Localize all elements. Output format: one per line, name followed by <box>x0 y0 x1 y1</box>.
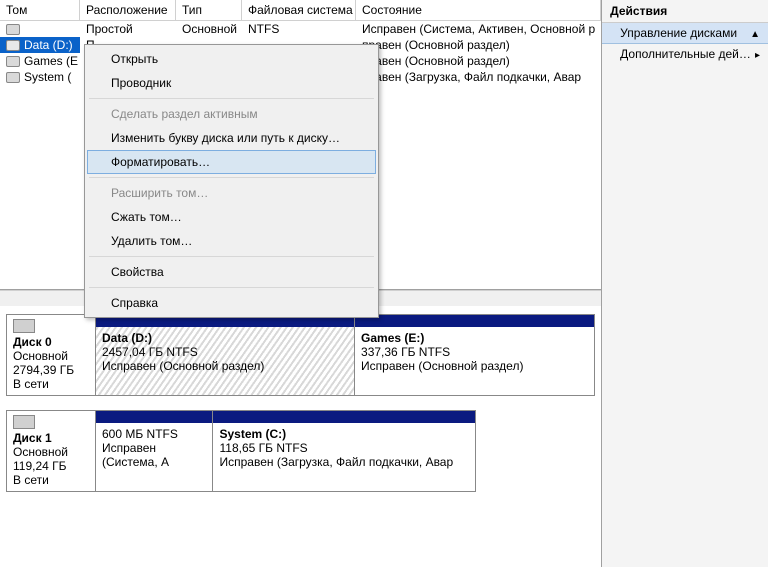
partition[interactable]: 600 МБ NTFS Исправен (Система, А <box>96 411 213 491</box>
volume-row[interactable]: Простой Основной NTFS Исправен (Система,… <box>0 21 601 37</box>
disk-type: Основной <box>13 445 89 459</box>
disk-online: В сети <box>13 473 89 487</box>
col-location[interactable]: Расположение <box>80 0 176 20</box>
partition-stripe <box>355 315 594 327</box>
disk-label: Диск 0 <box>13 335 89 349</box>
vol-name: Data (D:) <box>24 38 73 52</box>
part-size: 2457,04 ГБ NTFS <box>102 345 348 359</box>
part-title: Games (E:) <box>361 331 588 345</box>
menu-delete[interactable]: Удалить том… <box>87 229 376 253</box>
part-size: 337,36 ГБ NTFS <box>361 345 588 359</box>
menu-separator <box>89 256 374 257</box>
part-title: System (C:) <box>219 427 469 441</box>
part-status: Исправен (Загрузка, Файл подкачки, Авар <box>219 455 469 469</box>
volume-icon <box>6 24 20 35</box>
action-label: Управление дисками <box>620 26 737 40</box>
menu-make-active: Сделать раздел активным <box>87 102 376 126</box>
disk-label: Диск 1 <box>13 431 89 445</box>
part-status: Исправен (Основной раздел) <box>102 359 348 373</box>
disk-size: 119,24 ГБ <box>13 459 89 473</box>
menu-help[interactable]: Справка <box>87 291 376 315</box>
col-status[interactable]: Состояние <box>356 0 601 20</box>
actions-panel: Действия Управление дисками ▲ Дополнител… <box>602 0 768 567</box>
part-title: Data (D:) <box>102 331 348 345</box>
context-menu: Открыть Проводник Сделать раздел активны… <box>84 44 379 318</box>
volume-icon <box>6 72 20 83</box>
col-filesystem[interactable]: Файловая система <box>242 0 356 20</box>
volume-icon <box>6 56 20 67</box>
partition-stripe <box>96 411 212 423</box>
disk-type: Основной <box>13 349 89 363</box>
partition-stripe <box>213 411 475 423</box>
action-disk-management[interactable]: Управление дисками ▲ <box>602 23 768 44</box>
actions-header: Действия <box>602 0 768 23</box>
menu-extend: Расширить том… <box>87 181 376 205</box>
menu-shrink[interactable]: Сжать том… <box>87 205 376 229</box>
disk-size: 2794,39 ГБ <box>13 363 89 377</box>
part-status: Исправен (Система, А <box>102 441 206 469</box>
menu-explorer[interactable]: Проводник <box>87 71 376 95</box>
vol-name: Games (E <box>24 54 78 68</box>
collapse-icon: ▲ <box>750 29 760 40</box>
part-size: 600 МБ NTFS <box>102 427 206 441</box>
volume-icon <box>6 40 20 51</box>
col-volume[interactable]: Том <box>0 0 80 20</box>
disk-meta[interactable]: Диск 1 Основной 119,24 ГБ В сети <box>6 410 96 492</box>
partition[interactable]: Data (D:) 2457,04 ГБ NTFS Исправен (Осно… <box>96 315 355 395</box>
menu-separator <box>89 177 374 178</box>
disk-graphical-panel: Диск 0 Основной 2794,39 ГБ В сети Data (… <box>0 306 601 567</box>
part-status: Исправен (Основной раздел) <box>361 359 588 373</box>
disk-meta[interactable]: Диск 0 Основной 2794,39 ГБ В сети <box>6 314 96 396</box>
partition-row: Data (D:) 2457,04 ГБ NTFS Исправен (Осно… <box>96 314 595 396</box>
part-size: 118,65 ГБ NTFS <box>219 441 469 455</box>
menu-open[interactable]: Открыть <box>87 47 376 71</box>
col-type[interactable]: Тип <box>176 0 242 20</box>
partition[interactable]: Games (E:) 337,36 ГБ NTFS Исправен (Осно… <box>355 315 594 395</box>
disk-block: Диск 1 Основной 119,24 ГБ В сети 600 МБ … <box>6 410 595 492</box>
action-more[interactable]: Дополнительные дей… ▸ <box>602 44 768 64</box>
partition-row: 600 МБ NTFS Исправен (Система, А System … <box>96 410 476 492</box>
disk-online: В сети <box>13 377 89 391</box>
disk-block: Диск 0 Основной 2794,39 ГБ В сети Data (… <box>6 314 595 396</box>
partition[interactable]: System (C:) 118,65 ГБ NTFS Исправен (Заг… <box>213 411 475 491</box>
menu-properties[interactable]: Свойства <box>87 260 376 284</box>
grid-header: Том Расположение Тип Файловая система Со… <box>0 0 601 21</box>
menu-change-letter[interactable]: Изменить букву диска или путь к диску… <box>87 126 376 150</box>
menu-separator <box>89 287 374 288</box>
menu-format[interactable]: Форматировать… <box>87 150 376 174</box>
action-label: Дополнительные дей… <box>620 47 751 61</box>
vol-name: System ( <box>24 70 71 84</box>
disk-icon <box>13 319 35 333</box>
disk-icon <box>13 415 35 429</box>
chevron-right-icon: ▸ <box>755 50 760 61</box>
menu-separator <box>89 98 374 99</box>
